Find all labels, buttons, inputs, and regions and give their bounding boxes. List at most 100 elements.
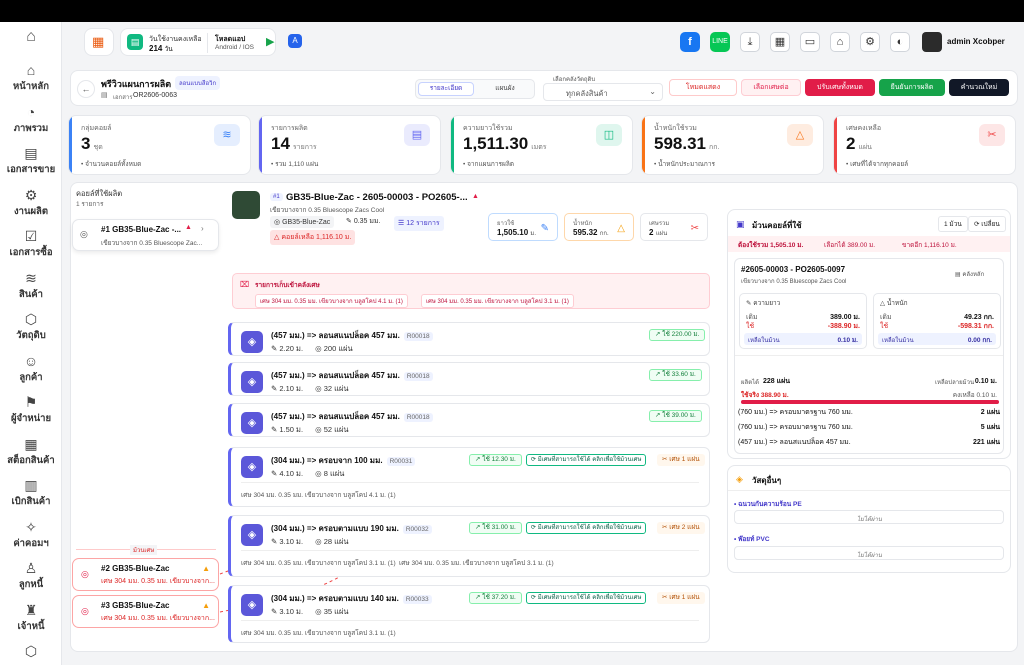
stat-value: 1,511.30 เมตร bbox=[463, 134, 547, 153]
doc-label: เอกสาร bbox=[113, 95, 133, 101]
production-row[interactable]: ◈ (457 มม.) => ลอนสแนปล็อค 457 มม. R00018 ✎… bbox=[228, 403, 710, 437]
stat-accent bbox=[642, 116, 645, 174]
cube-icon: ◈ bbox=[241, 371, 263, 393]
scrap-count-badge: ✂ เศษ 2 แผ่น bbox=[657, 522, 705, 534]
stat-sub: • เศษที่ได้จากทุกคอยล์ bbox=[846, 161, 909, 168]
avatar[interactable] bbox=[922, 32, 942, 52]
stat-sub: • จำนวนคอยล์ทั้งหมด bbox=[81, 161, 142, 168]
material-pe-status[interactable]: ไม่ได้ผ่าน bbox=[734, 510, 1004, 524]
row-meta: ✎ 1.50 ม. ◎ 52 แผ่น bbox=[271, 425, 349, 434]
nav-item-label: ภาพรวม bbox=[13, 122, 49, 134]
production-row[interactable]: ◈ (457 มม.) => ลอนสแนปล็อค 457 มม. R00018 ✎… bbox=[228, 362, 710, 396]
nav-item-7[interactable]: ⬡ วัตถุดิบ bbox=[0, 311, 62, 343]
select-scrap-button[interactable]: เลือกเศษต่อ bbox=[741, 79, 801, 96]
used-length-badge: ↗ ใช้ 39.00 ม. bbox=[649, 410, 702, 422]
coil-icon: ◎ bbox=[81, 569, 89, 579]
nav-item-14[interactable]: ♜ เจ้าหนี้ bbox=[0, 602, 62, 634]
trash-icon: ⌧ bbox=[240, 280, 250, 289]
used-length-badge: ↗ ใช้ 12.30 ม. bbox=[469, 454, 522, 466]
nav-item-1[interactable]: ⌂ หน้าหลัก bbox=[0, 62, 62, 94]
nav-item-5[interactable]: ☑ เอกสารซื้อ bbox=[0, 228, 62, 260]
roll-number: #2605-00003 - PO2605-0097 bbox=[741, 265, 846, 274]
user-name[interactable]: admin Xcobper bbox=[947, 37, 1005, 46]
row-name: (457 มม.) => ลอนสแนปล็อค 457 มม. R00018 bbox=[271, 329, 433, 342]
scrap-note: เศษ 304 มม. 0.35 มม. เขียวบางจาก บลูสโคป… bbox=[241, 560, 396, 567]
nav-item-label: หน้าหลัก bbox=[13, 81, 49, 92]
bank-icon[interactable]: ⌂ bbox=[830, 32, 850, 52]
material-pvc-status[interactable]: ไม่ได้ผ่าน bbox=[734, 546, 1004, 560]
nav-item-4[interactable]: ⚙ งานผลิต bbox=[0, 187, 62, 219]
cube-icon: ◈ bbox=[241, 594, 263, 616]
stat-accent bbox=[259, 116, 262, 174]
view-detail-tab[interactable]: รายละเอียด bbox=[418, 82, 474, 96]
confirm-production-button[interactable]: ยืนยันการผลิต bbox=[879, 79, 945, 96]
stat-value: 598.31 กก. bbox=[654, 134, 720, 153]
scrap-chip-2[interactable]: เศษ 304 มม. 0.35 มม. เขียวบางจาก บลูสโคป… bbox=[421, 294, 574, 308]
production-row[interactable]: ◈ (304 มม.) => ครอบตามแบบ 140 มม. R00033 ✎ … bbox=[228, 585, 710, 643]
use-scrap-button[interactable]: ⟳ มีเศษที่สามารถใช้ได้ คลิกเพื่อใช้ม้วนเ… bbox=[526, 592, 647, 604]
nav-item-label: ค่าคอมฯ bbox=[13, 537, 49, 549]
scrap-coil-2[interactable]: ◎ #2 GB35-Blue-Zac ▲ เศษ 304 มม. 0.35 มม… bbox=[72, 558, 219, 591]
subscription-widget: ▤ วันใช้งานคงเหลือ 214 วัน โหลดแอป Andro… bbox=[120, 28, 276, 56]
nav-item-10[interactable]: ▦ สต็อกสินค้า bbox=[0, 436, 62, 468]
facebook-icon[interactable]: f bbox=[680, 32, 700, 52]
nav-item-13[interactable]: ♙ ลูกหนี้ bbox=[0, 560, 62, 592]
back-icon[interactable]: ← bbox=[77, 80, 95, 98]
coil-item-1[interactable]: ◎ #1 GB35-Blue-Zac -... ▲ › เขียวบางจาก … bbox=[72, 219, 219, 251]
nav-item-8[interactable]: ☺ ลูกค้า bbox=[0, 353, 62, 385]
use-scrap-button[interactable]: ⟳ มีเศษที่สามารถใช้ได้ คลิกเพื่อใช้ม้วนเ… bbox=[526, 522, 647, 534]
stat-accent bbox=[69, 116, 72, 174]
nav-item-label: สินค้า bbox=[19, 288, 43, 300]
production-row[interactable]: ◈ (304 มม.) => ครอบตามแบบ 190 มม. R00032 ✎ … bbox=[228, 515, 710, 577]
scrap-coil-3[interactable]: ◎ #3 GB35-Blue-Zac ▲ เศษ 304 มม. 0.35 มม… bbox=[72, 595, 219, 628]
roll-count-button[interactable]: 1 ม้วน bbox=[938, 216, 968, 232]
app-store-icon[interactable]: A bbox=[288, 34, 302, 48]
cut-piece-item: (760 มม.) => ครอบมาตรฐาน 760 มม. 5 แผ่น bbox=[738, 424, 1000, 431]
row-meta: ✎ 4.10 ม. ◎ 8 แผ่น bbox=[271, 469, 345, 478]
document-icon: ▤ bbox=[24, 145, 38, 161]
palette-icon[interactable]: ◐ bbox=[890, 32, 910, 52]
monitor-icon[interactable]: ▭ bbox=[800, 32, 820, 52]
cube-icon: ◈ bbox=[241, 524, 263, 546]
nav-item-label: เอกสารซื้อ bbox=[9, 247, 53, 258]
scrap-chip-1[interactable]: เศษ 304 มม. 0.35 มม. เขียวบางจาก บลูสโคป… bbox=[255, 294, 408, 308]
length-box: ✎ ความยาว เดิม 389.00 ม. ใช้ -388.90 ม. … bbox=[739, 293, 867, 349]
nav-item-3[interactable]: ▤ เอกสารขาย bbox=[0, 145, 62, 177]
use-scrap-button[interactable]: ⟳ มีเศษที่สามารถใช้ได้ คลิกเพื่อใช้ม้วนเ… bbox=[526, 454, 647, 466]
production-row[interactable]: ◈ (304 มม.) => ครอบจาก 100 มม. R00031 ✎ 4.1… bbox=[228, 447, 710, 507]
download-sub: Android / IOS bbox=[215, 44, 255, 51]
nav-item-2[interactable]: ◔ ภาพรวม bbox=[0, 104, 62, 136]
nav-item-label: ลูกค้า bbox=[19, 371, 43, 383]
store-button[interactable]: ▦ bbox=[84, 28, 114, 56]
recalculate-button[interactable]: คำนวณใหม่ bbox=[949, 79, 1009, 96]
nav-item-label: เจ้าหนี้ bbox=[17, 620, 45, 632]
nav-item-12[interactable]: ✧ ค่าคอมฯ bbox=[0, 519, 62, 551]
switch-roll-button[interactable]: ⟳ เปลี่ยน bbox=[968, 216, 1006, 232]
download-icon[interactable]: ⤓ bbox=[740, 32, 760, 52]
view-map-tab[interactable]: แผนผัง bbox=[478, 82, 532, 96]
row-meta: ✎ 2.10 ม. ◎ 32 แผ่น bbox=[271, 384, 349, 393]
nav-item-15[interactable]: ⬡ bbox=[0, 643, 62, 660]
production-row[interactable]: ◈ (457 มม.) => ลอนสแนปล็อค 457 มม. R00018 ✎… bbox=[228, 322, 710, 356]
calendar-grid-icon[interactable]: ▦ bbox=[770, 32, 790, 52]
nav-item-6[interactable]: ≋ สินค้า bbox=[0, 270, 62, 302]
stat-sub: • รวม 1,110 แผ่น bbox=[271, 161, 319, 168]
ruler-icon: ✎ bbox=[540, 223, 549, 234]
company-logo[interactable]: ⌂ bbox=[18, 28, 44, 46]
nav-item-11[interactable]: ▥ เบิกสินค้า bbox=[0, 477, 62, 509]
supplier-icon: ⚑ bbox=[24, 394, 38, 410]
adjust-scrap-button[interactable]: ปรับเศษทั้งหมด bbox=[805, 79, 875, 96]
usage-progress-fill bbox=[741, 400, 999, 404]
google-play-icon[interactable]: ▶ bbox=[266, 35, 274, 48]
other-materials-panel: ◈ วัสดุอื่นๆ • ฉนวนกันความร้อน PE ไม่ได้… bbox=[727, 465, 1011, 573]
used-length-badge: ↗ ใช้ 37.20 ม. bbox=[469, 592, 522, 604]
warehouse-select[interactable]: ทุกคลังสินค้า ⌄ bbox=[543, 83, 663, 101]
nav-item-9[interactable]: ⚑ ผู้จำหน่าย bbox=[0, 394, 62, 426]
gear-icon[interactable]: ⚙ bbox=[860, 32, 880, 52]
preview-mode-button[interactable]: โหมดแสดง bbox=[669, 79, 737, 96]
view-toggle: รายละเอียด แผนผัง bbox=[415, 79, 535, 99]
coil-head-title: GB35-Blue-Zac - 2605-00003 - PO2605-... bbox=[286, 192, 468, 203]
requirement-bar: ต้องใช้รวม 1,505.10 ม. เลือกได้ 389.00 ม… bbox=[728, 236, 1010, 252]
line-icon[interactable]: LINE bbox=[710, 32, 730, 52]
checklist-icon: ☑ bbox=[24, 228, 38, 244]
